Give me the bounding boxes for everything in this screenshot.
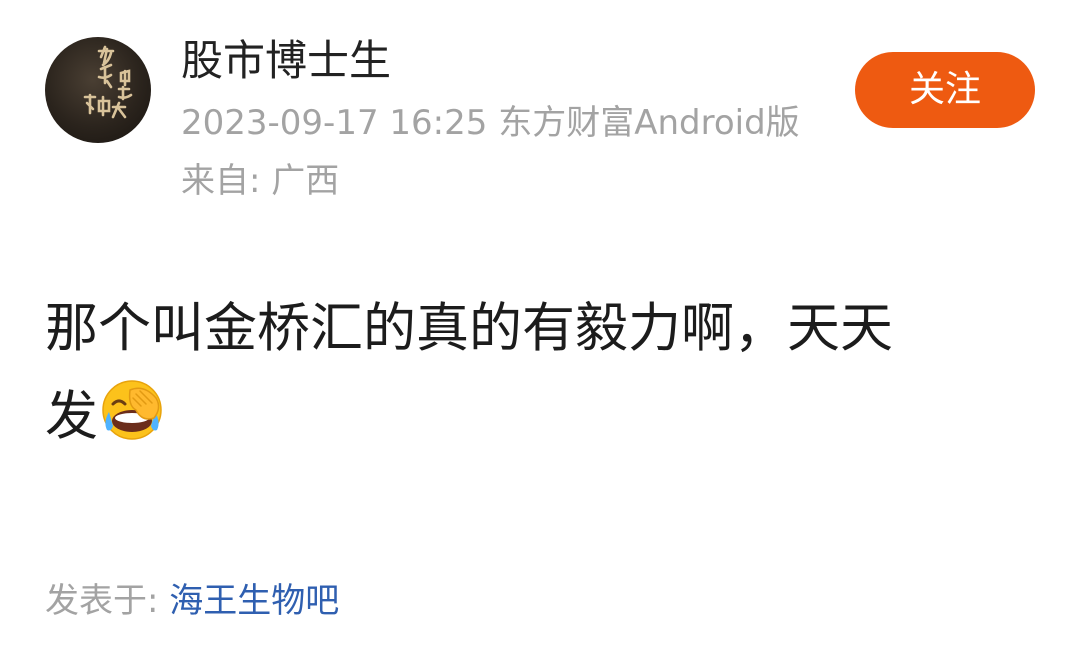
posted-in-label: 发表于: [45, 581, 159, 621]
follow-button[interactable]: 关注 [855, 52, 1035, 128]
posted-in: 发表于: 海王生物吧 [45, 580, 339, 622]
post-location: 来自: 广西 [181, 161, 340, 201]
post-timestamp: 2023-09-17 16:25 [181, 103, 488, 143]
post-content: 那个叫金桥汇的真的有毅力啊，天天 发 [45, 285, 1035, 461]
forum-link[interactable]: 海王生物吧 [169, 581, 339, 621]
post-text-line-2: 发 [45, 386, 98, 447]
post-source: 东方财富Android版 [498, 103, 800, 143]
post-meta: 2023-09-17 16:25 东方财富Android版 [181, 102, 800, 144]
rolling-on-floor-laughing-emoji [102, 380, 162, 440]
calligraphy-avatar-image [83, 45, 133, 119]
author-name[interactable]: 股市博士生 [181, 36, 391, 86]
post-text-line-2-wrapper: 发 [45, 373, 1035, 461]
avatar[interactable] [45, 37, 151, 143]
post-text-line-1: 那个叫金桥汇的真的有毅力啊，天天 [45, 298, 893, 359]
